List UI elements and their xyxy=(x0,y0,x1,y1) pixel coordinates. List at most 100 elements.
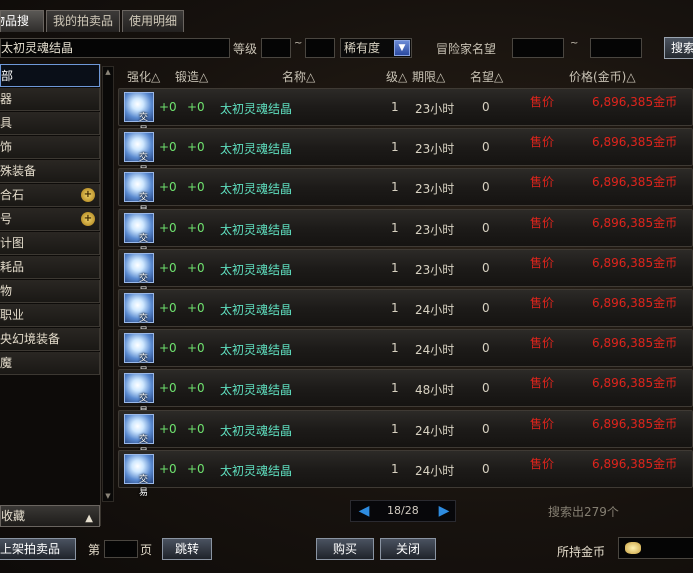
sale-label: 售价 xyxy=(530,416,555,431)
category-item[interactable]: 副职业 xyxy=(0,304,100,327)
price-cell: 6,896,385金币 xyxy=(592,376,678,391)
category-item[interactable]: 附魔 xyxy=(0,352,100,375)
soul-crystal-item-icon[interactable]: 交易 xyxy=(124,373,154,417)
forge-cell: +0 xyxy=(187,421,205,436)
category-item[interactable]: 防具 xyxy=(0,112,100,135)
tab-my-auctions[interactable]: 我的拍卖品 xyxy=(46,10,121,32)
magnifier-icon[interactable]: + xyxy=(81,212,95,226)
enhance-cell: +0 xyxy=(159,381,177,396)
sale-label: 售价 xyxy=(530,456,555,471)
soul-crystal-item-icon[interactable]: 交易 xyxy=(124,293,154,337)
time-limit-cell: 24小时 xyxy=(415,343,455,358)
table-row[interactable]: 交易 +0 +0 太初灵魂结晶 1 24小时 0 售价 6,896,385金币 xyxy=(118,409,693,458)
enhance-cell: +0 xyxy=(159,220,177,235)
collect-button[interactable]: 收藏 ▲ xyxy=(0,505,100,527)
enhance-cell: +0 xyxy=(159,421,177,436)
soul-crystal-item-icon[interactable]: 交易 xyxy=(124,453,154,498)
category-label: 附魔 xyxy=(0,356,13,370)
level-min-input[interactable] xyxy=(261,38,291,58)
column-forge[interactable]: 锻造△ xyxy=(175,68,208,85)
chevron-down-icon[interactable]: ▼ xyxy=(394,40,410,56)
prev-page-icon[interactable]: ◀ xyxy=(355,502,373,520)
search-bar: 太初灵魂结晶 等级 ~ 稀有度 ▼ 冒险家名望 ~ 搜索 xyxy=(0,37,693,60)
enhance-cell: +0 xyxy=(159,180,177,195)
level-cell: 1 xyxy=(391,180,399,195)
fame-min-input[interactable] xyxy=(512,38,564,58)
search-result-count: 搜索出279个 xyxy=(548,505,619,519)
fame-cell: 0 xyxy=(482,260,490,275)
soul-crystal-item-icon[interactable]: 交易 xyxy=(124,413,154,458)
time-limit-cell: 23小时 xyxy=(415,262,455,277)
table-row[interactable]: 交易 +0 +0 太初灵魂结晶 1 23小时 0 售价 6,896,385金币 xyxy=(118,248,693,297)
category-item[interactable]: 融合石 + xyxy=(0,184,100,207)
scroll-down-icon[interactable]: ▼ xyxy=(104,492,112,500)
table-row[interactable]: 交易 +0 +0 太初灵魂结晶 1 23小时 0 售价 6,896,385金币 xyxy=(118,208,693,257)
sale-label: 售价 xyxy=(530,135,555,150)
category-item[interactable]: 首饰 xyxy=(0,136,100,159)
soul-crystal-item-icon[interactable]: 交易 xyxy=(124,212,154,257)
price-cell: 6,896,385金币 xyxy=(592,95,678,109)
list-item-button[interactable]: 上架拍卖品 xyxy=(0,538,76,560)
item-name-input[interactable]: 太初灵魂结晶 xyxy=(0,38,230,58)
tab-item-search[interactable]: 物品搜索 xyxy=(0,10,44,32)
price-cell: 6,896,385金币 xyxy=(592,456,678,471)
forge-cell: +0 xyxy=(187,301,205,315)
level-max-input[interactable] xyxy=(305,38,335,58)
table-row[interactable]: 交易 +0 +0 太初灵魂结晶 1 23小时 0 售价 6,896,385金币 xyxy=(118,128,693,176)
table-row[interactable]: 交易 +0 +0 太初灵魂结晶 1 24小时 0 售价 6,896,385金币 xyxy=(118,329,693,377)
category-item[interactable]: 特殊装备 xyxy=(0,160,100,183)
page-number-input[interactable] xyxy=(104,540,138,558)
category-item[interactable]: 未央幻境装备 xyxy=(0,328,100,351)
table-row[interactable]: 交易 +0 +0 太初灵魂结晶 1 23小时 0 售价 6,896,385金币 xyxy=(118,168,693,216)
item-name-cell: 太初灵魂结晶 xyxy=(220,383,293,398)
forge-cell: +0 xyxy=(187,180,205,195)
column-time-limit[interactable]: 期限△ xyxy=(412,68,445,85)
forge-cell: +0 xyxy=(187,341,205,356)
enhance-cell: +0 xyxy=(159,140,177,155)
sale-label: 售价 xyxy=(530,95,555,109)
table-row[interactable]: 交易 +0 +0 太初灵魂结晶 1 24小时 0 售价 6,896,385金币 xyxy=(118,289,693,337)
category-item[interactable]: 消耗品 xyxy=(0,256,100,279)
fame-max-input[interactable] xyxy=(590,38,642,58)
level-cell: 1 xyxy=(391,461,399,476)
enhance-cell: +0 xyxy=(159,341,177,356)
enhance-cell: +0 xyxy=(159,100,177,114)
level-cell: 1 xyxy=(391,260,399,275)
tab-usage-details[interactable]: 使用明细 xyxy=(122,10,185,32)
search-button[interactable]: 搜索 xyxy=(664,37,693,59)
table-row[interactable]: 交易 +0 +0 太初灵魂结晶 1 48小时 0 售价 6,896,385金币 xyxy=(118,369,693,417)
item-name-cell: 太初灵魂结晶 xyxy=(220,182,293,197)
category-item[interactable]: 全部 xyxy=(0,64,100,87)
next-page-icon[interactable]: ▶ xyxy=(435,502,453,520)
category-item[interactable]: 武器 xyxy=(0,88,100,111)
category-item[interactable]: 宠物 xyxy=(0,280,100,303)
soul-crystal-item-icon[interactable]: 交易 xyxy=(124,172,154,216)
buy-button[interactable]: 购买 xyxy=(316,538,374,560)
column-enhance[interactable]: 强化△ xyxy=(127,68,160,85)
table-row[interactable]: 交易 +0 +0 太初灵魂结晶 1 24小时 0 售价 6,896,385金币 xyxy=(118,449,693,498)
level-cell: 1 xyxy=(391,421,399,436)
soul-crystal-item-icon[interactable]: 交易 xyxy=(124,132,154,176)
table-row[interactable]: 交易 +0 +0 太初灵魂结晶 1 23小时 0 售价 6,896,385金币 xyxy=(118,88,693,136)
soul-crystal-item-icon[interactable]: 交易 xyxy=(124,333,154,377)
sale-label: 售价 xyxy=(530,336,555,351)
close-button[interactable]: 关闭 xyxy=(380,538,436,560)
soul-crystal-item-icon[interactable]: 交易 xyxy=(124,252,154,297)
sale-label: 售价 xyxy=(530,376,555,391)
magnifier-icon[interactable]: + xyxy=(81,188,95,202)
scroll-up-icon[interactable]: ▲ xyxy=(104,68,112,76)
jump-button[interactable]: 跳转 xyxy=(162,538,212,560)
column-fame[interactable]: 名望△ xyxy=(470,68,503,85)
category-item[interactable]: 称号 + xyxy=(0,208,100,231)
gold-coin-icon xyxy=(625,542,641,554)
category-item[interactable]: 设计图 xyxy=(0,232,100,255)
soul-crystal-item-icon[interactable]: 交易 xyxy=(124,92,154,136)
list-scrollbar[interactable]: ▲ ▼ xyxy=(102,66,114,502)
column-level[interactable]: 级△ xyxy=(386,68,407,85)
column-name[interactable]: 名称△ xyxy=(282,68,315,85)
category-label: 防具 xyxy=(0,116,13,130)
item-name-cell: 太初灵魂结晶 xyxy=(220,423,293,438)
column-price[interactable]: 价格(金币)△ xyxy=(569,68,636,85)
time-limit-cell: 24小时 xyxy=(415,423,455,438)
rarity-select[interactable]: 稀有度 ▼ xyxy=(340,38,412,58)
